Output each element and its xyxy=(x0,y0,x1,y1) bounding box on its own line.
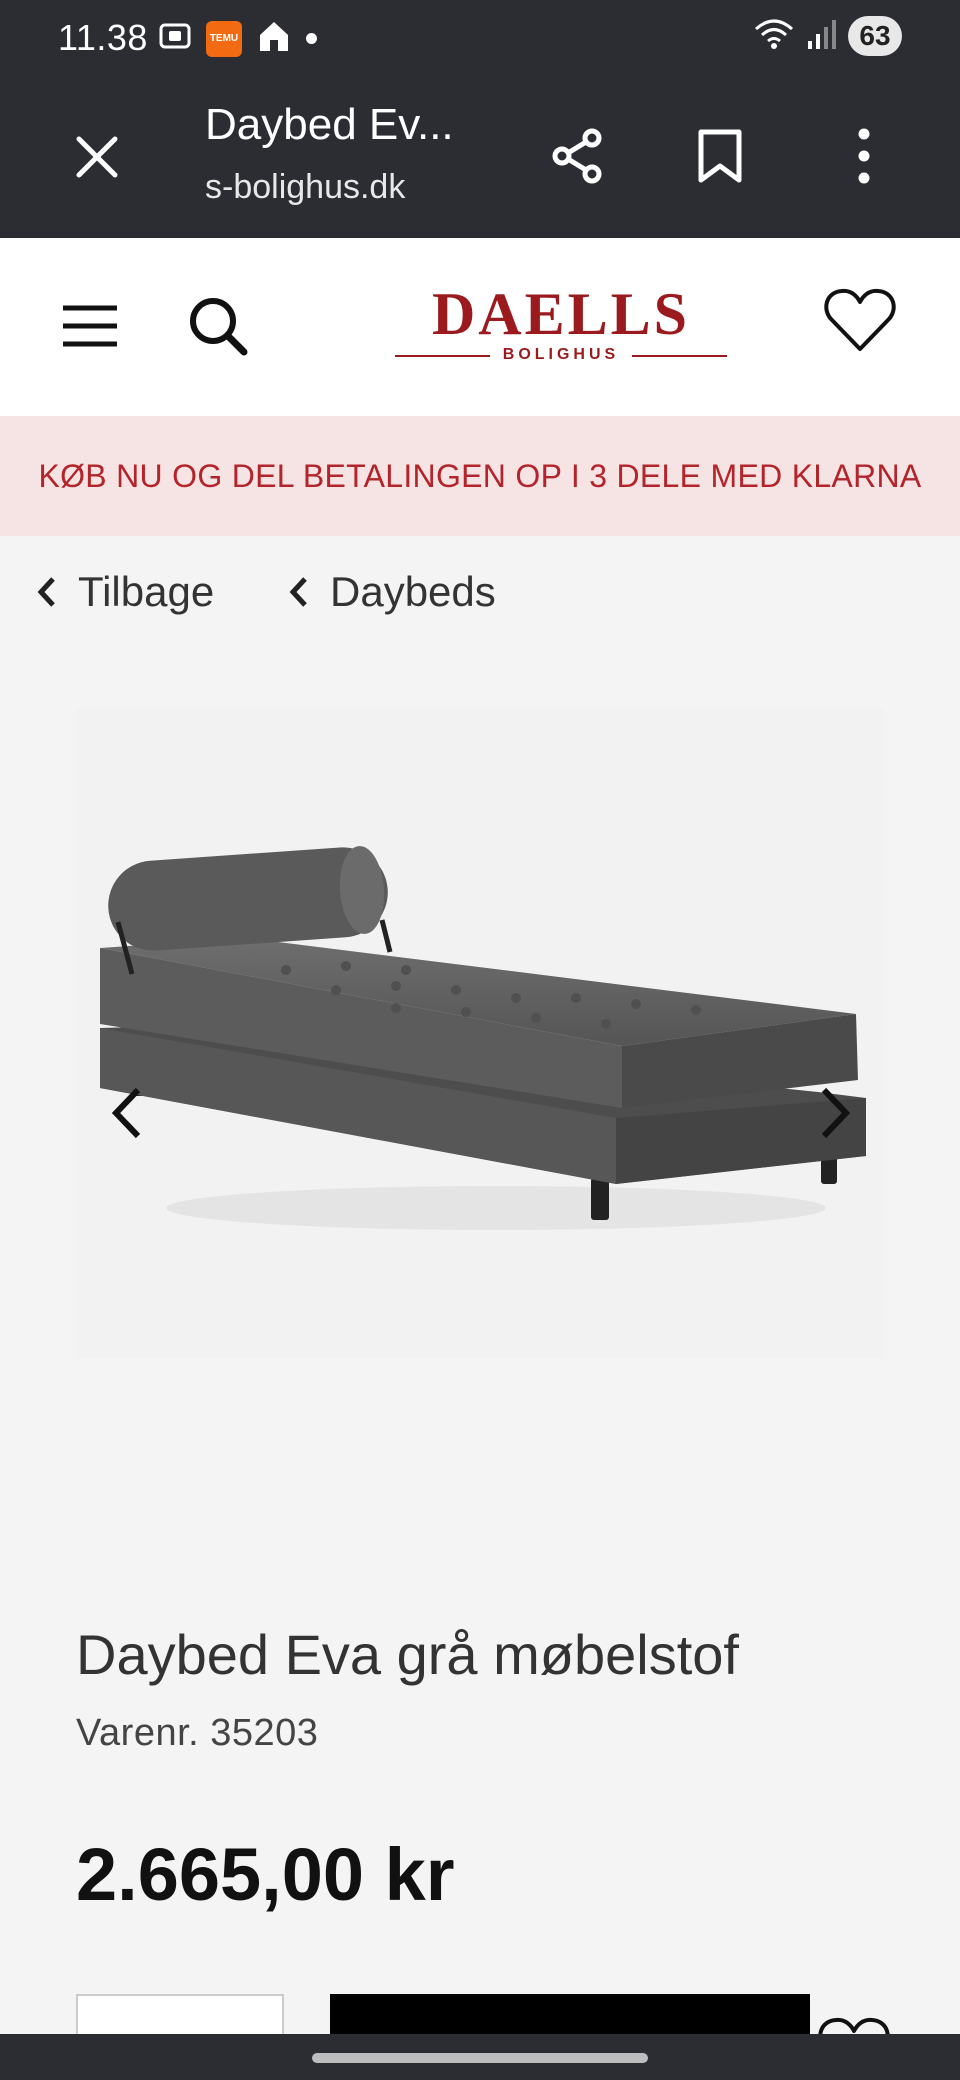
back-link[interactable]: Tilbage xyxy=(36,568,214,616)
share-icon xyxy=(552,128,602,184)
home-icon xyxy=(256,18,292,59)
bookmark-button[interactable] xyxy=(682,118,758,194)
category-link[interactable]: Daybeds xyxy=(288,568,496,616)
home-gesture-handle[interactable] xyxy=(312,2053,648,2063)
logo-line-right xyxy=(632,355,727,357)
site-logo[interactable]: DAELLS BOLIGHUS xyxy=(395,282,727,372)
bookmark-icon xyxy=(698,129,742,183)
wishlist-button[interactable] xyxy=(820,280,900,360)
signal-icon xyxy=(806,17,836,56)
page-url: s-bolighus.dk xyxy=(205,168,406,206)
search-button[interactable] xyxy=(180,288,256,364)
page-title: Daybed Ev... xyxy=(205,100,454,149)
browser-toolbar: Daybed Ev... s-bolighus.dk xyxy=(0,76,960,238)
status-bar: 11.38 TEMU 63 xyxy=(0,0,960,76)
chevron-left-icon xyxy=(111,1087,141,1139)
chevron-left-icon xyxy=(37,577,55,607)
chevron-right-icon xyxy=(821,1087,851,1139)
temu-icon: TEMU xyxy=(206,20,242,57)
product-price: 2.665,00 kr xyxy=(76,1833,455,1916)
promo-banner[interactable]: KØB NU OG DEL BETALINGEN OP I 3 DELE MED… xyxy=(0,416,960,536)
gallery-prev-button[interactable] xyxy=(96,1078,156,1148)
logo-wordmark: DAELLS xyxy=(431,281,691,347)
product-gallery[interactable] xyxy=(76,708,884,1358)
notification-dot xyxy=(306,33,317,44)
chevron-left-icon xyxy=(289,577,307,607)
status-time: 11.38 xyxy=(58,17,148,58)
screenshot-icon xyxy=(158,19,192,58)
gallery-next-button[interactable] xyxy=(806,1078,866,1148)
product-title: Daybed Eva grå møbelstof xyxy=(76,1623,739,1686)
site-header: DAELLS BOLIGHUS xyxy=(0,238,960,416)
heart-icon xyxy=(824,288,896,351)
status-system-icons: 63 xyxy=(754,16,902,56)
product-image xyxy=(100,846,866,1230)
share-button[interactable] xyxy=(540,118,616,194)
product-sku: Varenr. 35203 xyxy=(76,1712,319,1754)
back-link-label: Tilbage xyxy=(78,568,215,615)
more-button[interactable] xyxy=(826,118,902,194)
wifi-icon xyxy=(754,17,794,56)
close-button[interactable] xyxy=(62,122,132,192)
search-icon xyxy=(190,298,248,356)
menu-button[interactable] xyxy=(52,288,128,364)
battery-icon: 63 xyxy=(848,16,902,56)
more-vert-icon xyxy=(858,128,870,184)
breadcrumb: Tilbage Daybeds xyxy=(0,560,960,630)
menu-icon xyxy=(63,305,117,347)
close-icon xyxy=(76,136,118,178)
system-nav-bar xyxy=(0,2034,960,2080)
promo-text: KØB NU OG DEL BETALINGEN OP I 3 DELE MED… xyxy=(38,457,922,494)
status-notification-icons: TEMU xyxy=(158,18,317,59)
category-link-label: Daybeds xyxy=(330,568,496,615)
